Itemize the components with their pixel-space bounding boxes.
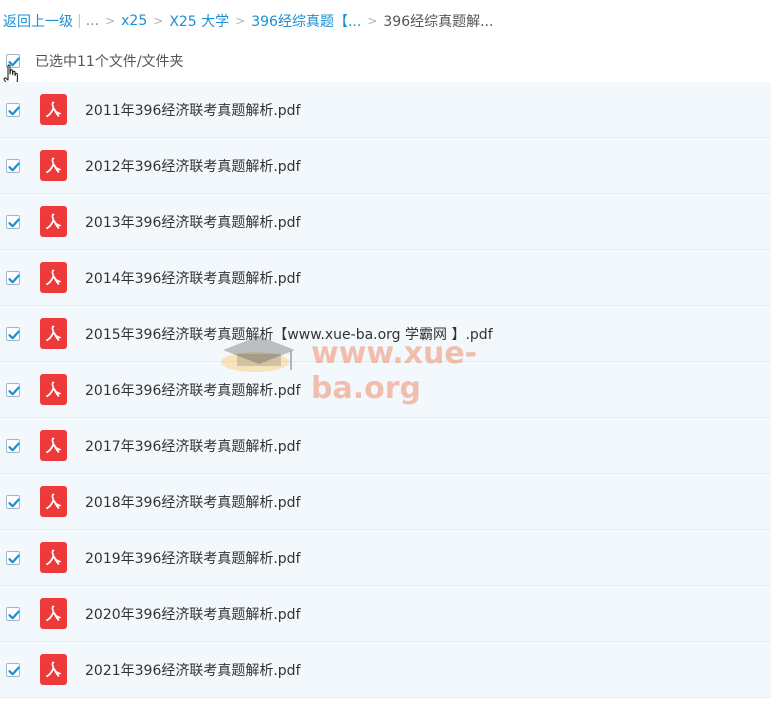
file-name[interactable]: 2021年396经济联考真题解析.pdf	[85, 660, 301, 680]
breadcrumb-item-x25-university[interactable]: X25 大学	[169, 11, 229, 31]
file-name[interactable]: 2020年396经济联考真题解析.pdf	[85, 604, 301, 624]
file-checkbox[interactable]	[6, 550, 20, 565]
breadcrumb-separator-icon: >	[105, 14, 116, 28]
pdf-file-icon	[40, 486, 67, 517]
check-icon	[8, 218, 20, 227]
file-checkbox[interactable]	[6, 494, 20, 509]
file-checkbox[interactable]	[6, 326, 20, 341]
file-checkbox[interactable]	[6, 662, 20, 677]
pdf-file-icon	[40, 206, 67, 237]
file-row[interactable]: 2017年396经济联考真题解析.pdf	[0, 418, 771, 474]
file-row[interactable]: 2016年396经济联考真题解析.pdf	[0, 362, 771, 418]
check-icon	[8, 386, 20, 395]
file-name[interactable]: 2016年396经济联考真题解析.pdf	[85, 380, 301, 400]
check-icon	[8, 554, 20, 563]
file-row[interactable]: 2018年396经济联考真题解析.pdf	[0, 474, 771, 530]
pdf-file-icon	[40, 542, 67, 573]
check-icon	[8, 498, 20, 507]
file-checkbox[interactable]	[6, 606, 20, 621]
check-icon	[8, 274, 20, 283]
file-name[interactable]: 2018年396经济联考真题解析.pdf	[85, 492, 301, 512]
file-list: 2011年396经济联考真题解析.pdf 2012年396经济联考真题解析.pdf…	[0, 82, 771, 698]
pdf-file-icon	[40, 262, 67, 293]
file-row[interactable]: 2011年396经济联考真题解析.pdf	[0, 82, 771, 138]
file-name[interactable]: 2015年396经济联考真题解析【www.xue-ba.org 学霸网 】.pd…	[85, 324, 493, 344]
file-row[interactable]: 2015年396经济联考真题解析【www.xue-ba.org 学霸网 】.pd…	[0, 306, 771, 362]
check-icon	[8, 106, 20, 115]
check-icon	[8, 610, 20, 619]
check-icon	[8, 162, 20, 171]
breadcrumb-separator-icon: >	[235, 14, 246, 28]
file-name[interactable]: 2011年396经济联考真题解析.pdf	[85, 100, 301, 120]
file-row[interactable]: 2021年396经济联考真题解析.pdf	[0, 642, 771, 698]
breadcrumb-item-x25[interactable]: x25	[121, 13, 147, 29]
breadcrumb-item-396-exams[interactable]: 396经综真题【...	[251, 11, 361, 31]
file-name[interactable]: 2014年396经济联考真题解析.pdf	[85, 268, 301, 288]
file-row[interactable]: 2012年396经济联考真题解析.pdf	[0, 138, 771, 194]
pdf-file-icon	[40, 374, 67, 405]
file-checkbox[interactable]	[6, 102, 20, 117]
file-checkbox[interactable]	[6, 214, 20, 229]
breadcrumb: 返回上一级 | ... > x25 > X25 大学 > 396经综真题【...…	[3, 10, 493, 32]
check-icon	[8, 330, 20, 339]
pdf-file-icon	[40, 654, 67, 685]
file-checkbox[interactable]	[6, 438, 20, 453]
breadcrumb-separator-icon: >	[153, 14, 164, 28]
file-checkbox[interactable]	[6, 158, 20, 173]
breadcrumb-divider: |	[77, 13, 82, 29]
pdf-file-icon	[40, 94, 67, 125]
pdf-file-icon	[40, 598, 67, 629]
back-link[interactable]: 返回上一级	[3, 11, 73, 31]
selection-count-text: 已选中11个文件/文件夹	[35, 54, 184, 70]
check-icon	[8, 442, 20, 451]
file-checkbox[interactable]	[6, 270, 20, 285]
breadcrumb-current: 396经综真题解...	[383, 14, 494, 30]
file-name[interactable]: 2013年396经济联考真题解析.pdf	[85, 212, 301, 232]
file-row[interactable]: 2020年396经济联考真题解析.pdf	[0, 586, 771, 642]
pdf-file-icon	[40, 430, 67, 461]
file-checkbox[interactable]	[6, 382, 20, 397]
file-name[interactable]: 2012年396经济联考真题解析.pdf	[85, 156, 301, 176]
file-row[interactable]: 2014年396经济联考真题解析.pdf	[0, 250, 771, 306]
pdf-file-icon	[40, 318, 67, 349]
check-icon	[8, 666, 20, 675]
select-all-row: 已选中11个文件/文件夹	[0, 48, 771, 74]
file-row[interactable]: 2013年396经济联考真题解析.pdf	[0, 194, 771, 250]
breadcrumb-ellipsis[interactable]: ...	[86, 13, 99, 29]
file-name[interactable]: 2019年396经济联考真题解析.pdf	[85, 548, 301, 568]
file-name[interactable]: 2017年396经济联考真题解析.pdf	[85, 436, 301, 456]
breadcrumb-separator-icon: >	[367, 14, 378, 28]
pdf-file-icon	[40, 150, 67, 181]
file-row[interactable]: 2019年396经济联考真题解析.pdf	[0, 530, 771, 586]
